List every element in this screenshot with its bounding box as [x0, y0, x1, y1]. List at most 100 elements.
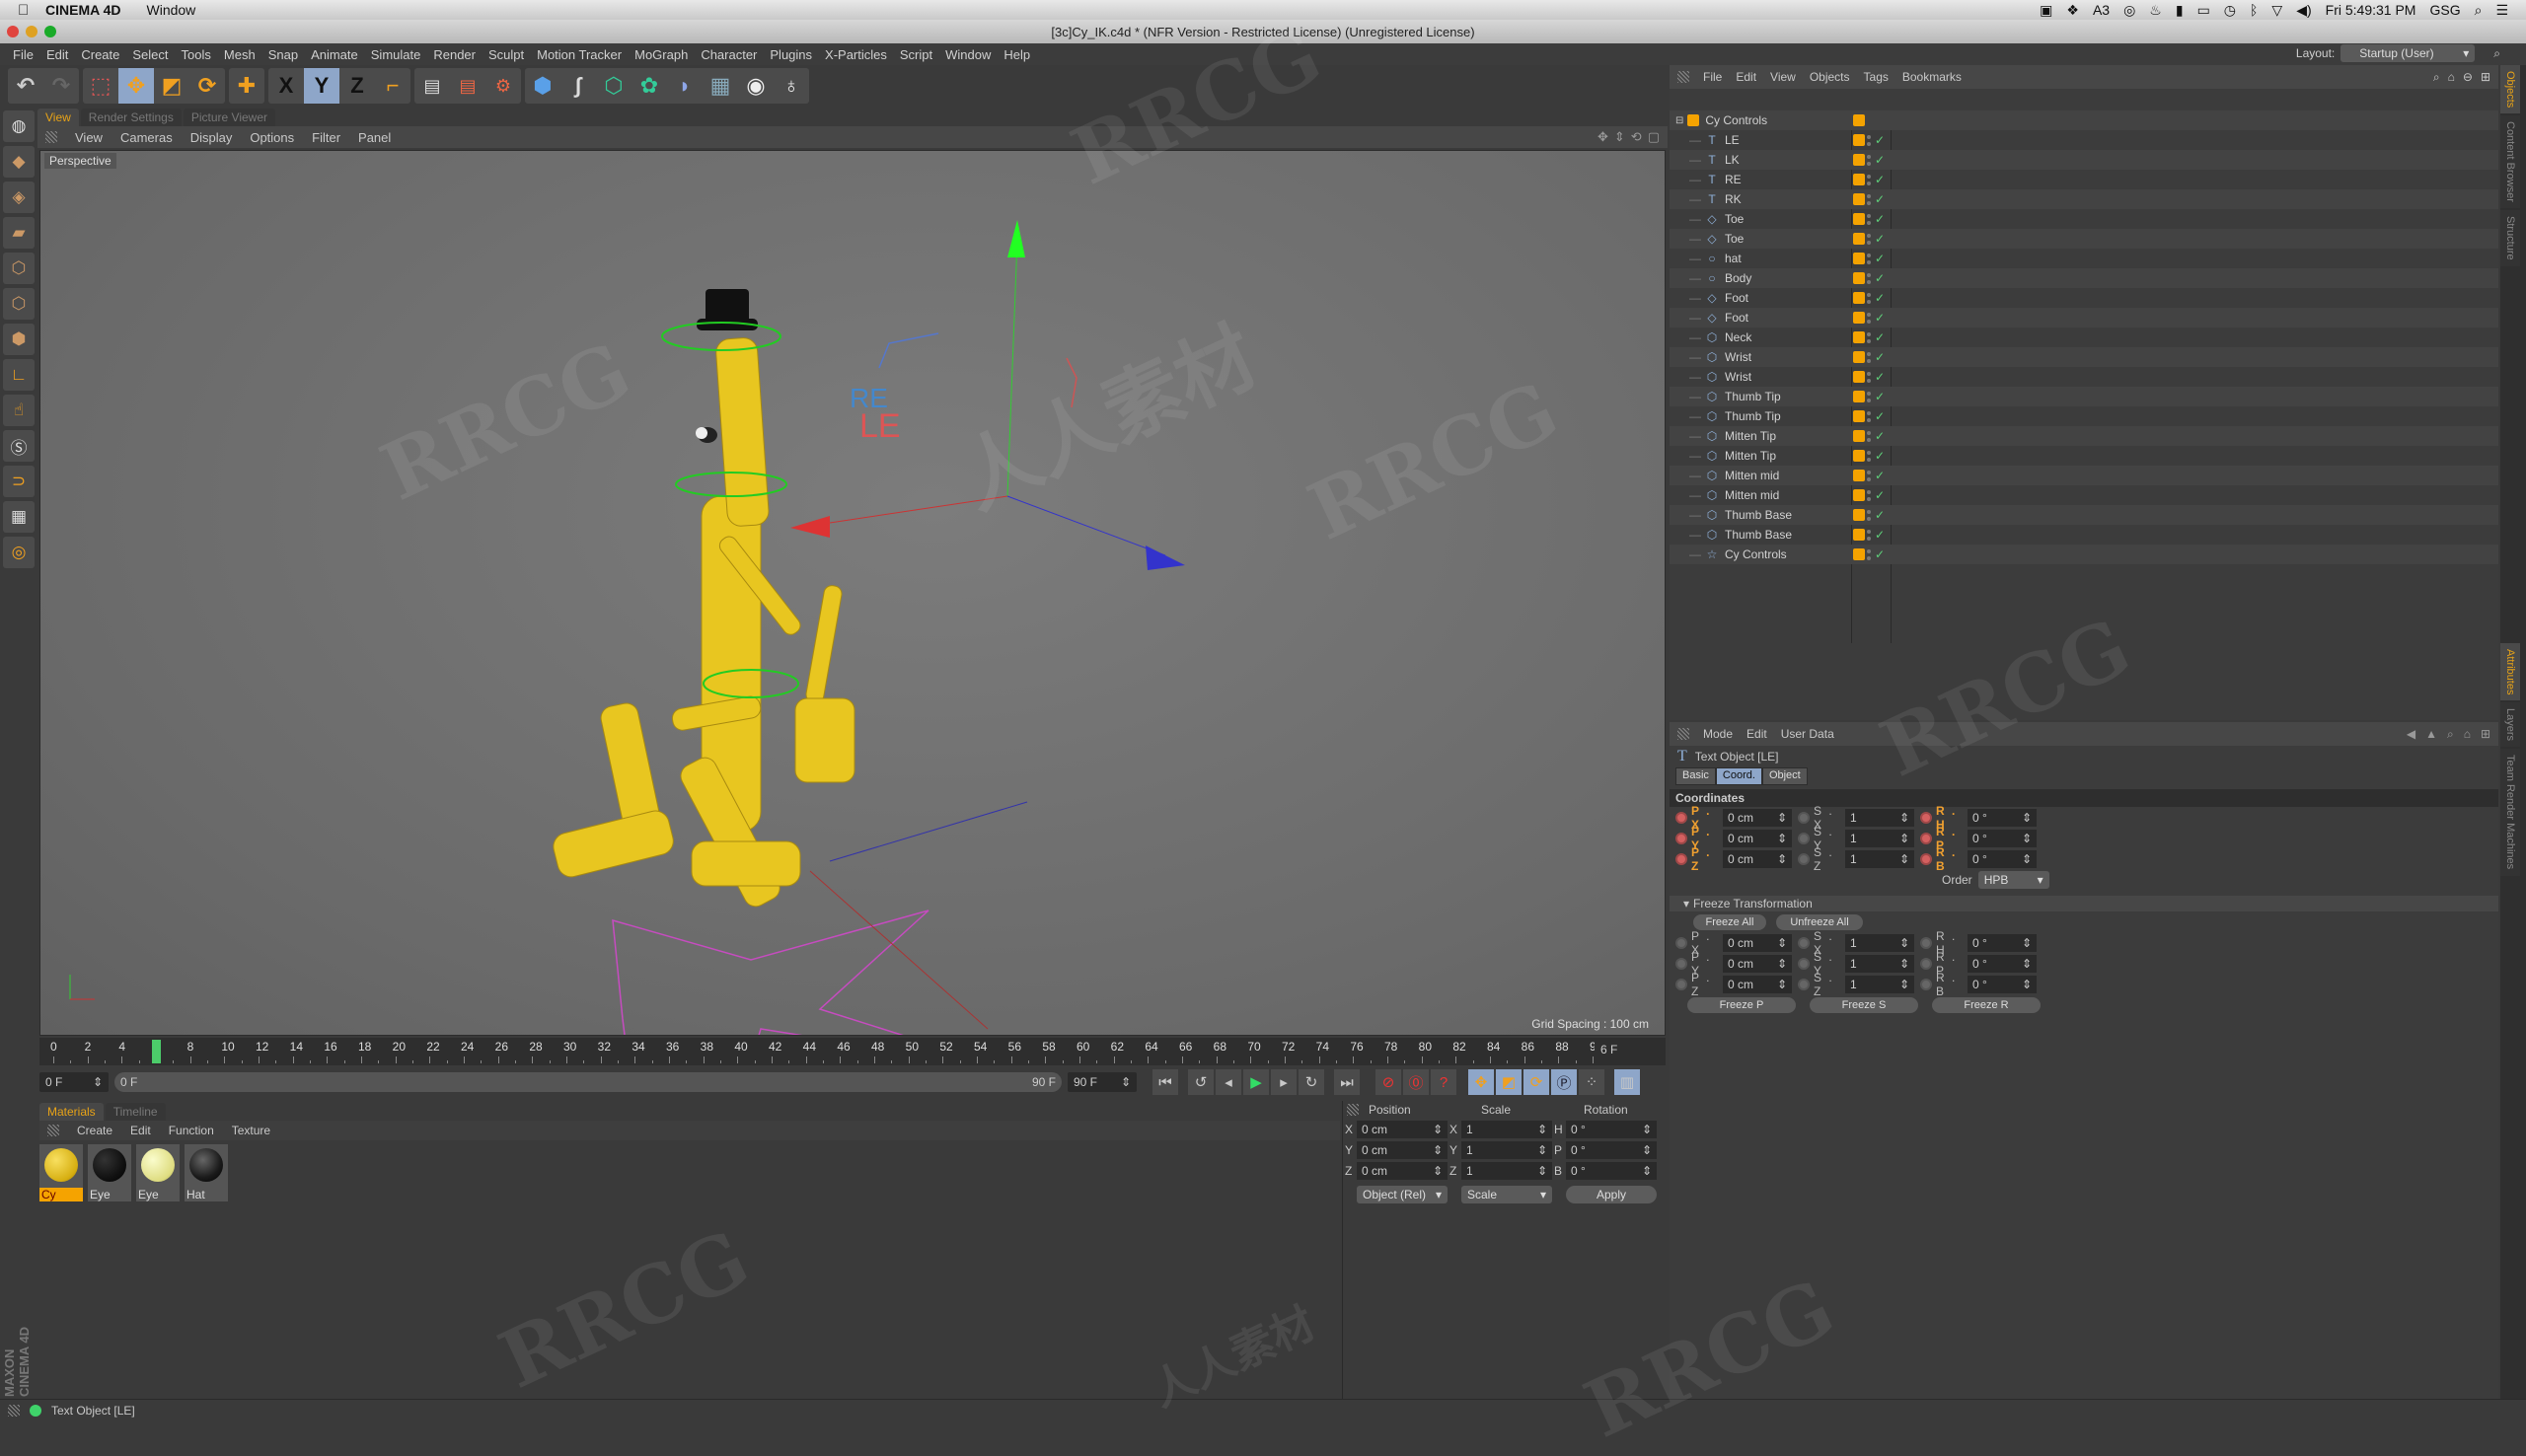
viewport-menu-filter[interactable]: Filter: [312, 130, 340, 145]
subdivision-surface-icon[interactable]: ⬡: [596, 68, 632, 104]
light-icon[interactable]: ♁: [774, 68, 809, 104]
app-name-menu[interactable]: CINEMA 4D: [45, 2, 121, 18]
enabled-check-icon[interactable]: ✓: [1875, 350, 1885, 364]
visibility-dots[interactable]: [1867, 390, 1873, 403]
animation-key-radio[interactable]: [1798, 833, 1810, 844]
visibility-dots[interactable]: [1867, 429, 1873, 443]
panel-grip-icon[interactable]: [1677, 728, 1689, 740]
size-mode-dropdown[interactable]: Scale ▾: [1461, 1186, 1552, 1203]
objects-menu-edit[interactable]: Edit: [1736, 70, 1756, 84]
enabled-check-icon[interactable]: ✓: [1875, 271, 1885, 285]
workplane-icon[interactable]: ▰: [3, 217, 35, 249]
enabled-check-icon[interactable]: ✓: [1875, 133, 1885, 147]
object-row[interactable]: — ⬡ Thumb Tip ✓: [1670, 387, 2498, 406]
redo-icon[interactable]: ↷: [43, 68, 79, 104]
attributes-menu-user-data[interactable]: User Data: [1781, 727, 1834, 741]
toggle-view-icon[interactable]: ▢: [1648, 129, 1660, 145]
tab-structure[interactable]: Structure: [2500, 210, 2520, 266]
parameter-field[interactable]: 0 cm ⇕: [1723, 850, 1792, 868]
visibility-dots[interactable]: [1867, 370, 1873, 384]
creative-cloud-icon[interactable]: ◎: [2123, 2, 2135, 19]
new-window-icon[interactable]: ⊞: [2481, 727, 2490, 742]
lock-icon[interactable]: ⌂: [2464, 727, 2471, 742]
autokeying-icon[interactable]: ⓪: [1403, 1069, 1429, 1095]
animation-key-radio[interactable]: [1798, 958, 1810, 970]
search-icon[interactable]: ⌕: [2447, 727, 2454, 742]
enabled-check-icon[interactable]: ✓: [1875, 508, 1885, 522]
attributes-menu-edit[interactable]: Edit: [1746, 727, 1767, 741]
enabled-check-icon[interactable]: ✓: [1875, 409, 1885, 423]
animation-key-radio[interactable]: [1920, 812, 1932, 824]
animation-key-radio[interactable]: [1798, 853, 1810, 865]
enabled-check-icon[interactable]: ✓: [1875, 192, 1885, 206]
layer-color-swatch[interactable]: [1853, 410, 1865, 422]
start-frame-field[interactable]: 0 F ⇕: [39, 1072, 109, 1092]
layer-color-swatch[interactable]: [1853, 470, 1865, 481]
menu-tools[interactable]: Tools: [182, 47, 211, 62]
enabled-check-icon[interactable]: ✓: [1875, 232, 1885, 246]
points-mode-icon[interactable]: ⬡: [3, 253, 35, 284]
next-frame-icon[interactable]: ▸: [1271, 1069, 1297, 1095]
previous-key-icon[interactable]: ↺: [1188, 1069, 1214, 1095]
layer-color-swatch[interactable]: [1853, 233, 1865, 245]
scale-z-field[interactable]: 1 ⇕: [1461, 1162, 1552, 1180]
layer-color-swatch[interactable]: [1853, 391, 1865, 402]
menu-simulate[interactable]: Simulate: [371, 47, 421, 62]
render-picture-viewer-icon[interactable]: ▤: [450, 68, 485, 104]
unfreeze-all-button[interactable]: Unfreeze All: [1776, 914, 1863, 930]
enabled-check-icon[interactable]: ✓: [1875, 330, 1885, 344]
wifi-icon[interactable]: ▽: [2271, 2, 2282, 19]
timeline-playhead[interactable]: [152, 1040, 161, 1063]
clock[interactable]: Fri 5:49:31 PM: [2326, 2, 2416, 18]
enabled-check-icon[interactable]: ✓: [1875, 469, 1885, 482]
spotlight-search-icon[interactable]: ⌕: [2475, 2, 2483, 19]
keyframe-selection-icon[interactable]: ?: [1431, 1069, 1456, 1095]
snap-icon[interactable]: Ⓢ: [3, 430, 35, 462]
position-y-field[interactable]: 0 cm ⇕: [1357, 1141, 1448, 1159]
visibility-dots[interactable]: [1867, 192, 1873, 206]
collapse-toggle-icon[interactable]: ⊟: [1675, 115, 1683, 126]
menu-render[interactable]: Render: [433, 47, 476, 62]
animation-key-radio[interactable]: [1798, 937, 1810, 949]
freeze-s-button[interactable]: Freeze S: [1810, 997, 1918, 1013]
time-machine-icon[interactable]: ◷: [2224, 2, 2236, 19]
object-row[interactable]: — ◇ Toe ✓: [1670, 209, 2498, 229]
menu-select[interactable]: Select: [132, 47, 168, 62]
tab-objects[interactable]: Objects: [2500, 65, 2520, 114]
object-row[interactable]: — T LK ✓: [1670, 150, 2498, 170]
parameter-field[interactable]: 0 cm ⇕: [1723, 830, 1792, 847]
tab-attributes[interactable]: Attributes: [2500, 642, 2520, 701]
animation-key-radio[interactable]: [1920, 958, 1932, 970]
parameter-field[interactable]: 0 cm ⇕: [1723, 955, 1792, 973]
notification-center-icon[interactable]: ☰: [2495, 2, 2508, 19]
visibility-dots[interactable]: [1867, 469, 1873, 482]
preview-range-slider[interactable]: 0 F 90 F: [114, 1072, 1062, 1092]
layer-color-swatch[interactable]: [1853, 509, 1865, 521]
visibility-dots[interactable]: [1867, 133, 1873, 147]
enabled-check-icon[interactable]: ✓: [1875, 311, 1885, 325]
enabled-check-icon[interactable]: ✓: [1875, 449, 1885, 463]
apply-button[interactable]: Apply: [1566, 1186, 1657, 1203]
scale-x-field[interactable]: 1 ⇕: [1461, 1121, 1552, 1138]
position-z-field[interactable]: 0 cm ⇕: [1357, 1162, 1448, 1180]
flame-icon[interactable]: ♨: [2149, 2, 2162, 19]
render-settings-icon[interactable]: ⚙: [485, 68, 521, 104]
animation-key-radio[interactable]: [1675, 958, 1687, 970]
go-to-end-icon[interactable]: ⏭: [1334, 1069, 1360, 1095]
enabled-check-icon[interactable]: ✓: [1875, 212, 1885, 226]
3d-viewport[interactable]: Perspective LE RE Grid Spacing: 100 cm: [39, 150, 1666, 1036]
layer-color-swatch[interactable]: [1853, 529, 1865, 541]
rotation-p-field[interactable]: 0 ° ⇕: [1566, 1141, 1657, 1159]
tab-view[interactable]: View: [37, 109, 79, 126]
parameter-field[interactable]: 1 ⇕: [1845, 830, 1914, 847]
tab-picture-viewer[interactable]: Picture Viewer: [183, 109, 276, 126]
parameter-field[interactable]: 1 ⇕: [1845, 934, 1914, 952]
render-view-icon[interactable]: ▤: [414, 68, 450, 104]
material-menu-edit[interactable]: Edit: [130, 1124, 151, 1137]
tweak-icon[interactable]: ☝: [3, 395, 35, 426]
menu-snap[interactable]: Snap: [268, 47, 298, 62]
menu-animate[interactable]: Animate: [311, 47, 358, 62]
object-row[interactable]: — ◇ Foot ✓: [1670, 308, 2498, 328]
menu-script[interactable]: Script: [900, 47, 932, 62]
deformer-icon[interactable]: ◗: [667, 68, 703, 104]
